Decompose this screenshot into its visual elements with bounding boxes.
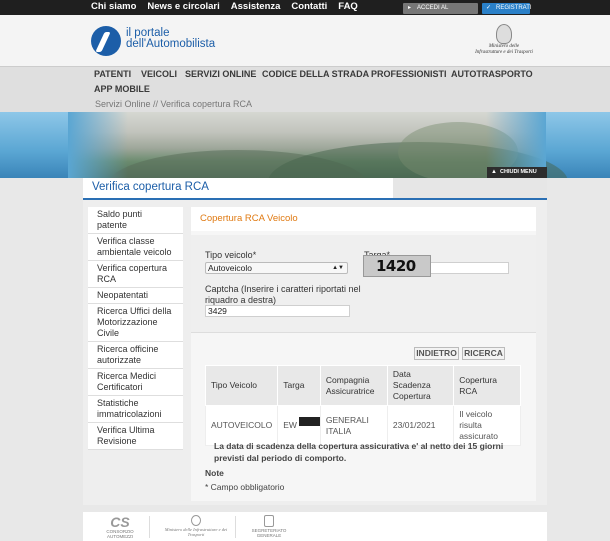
- top-links: Chi siamo News e circolari Assistenza Co…: [91, 1, 369, 13]
- footer-logos: CS CONSORZIO AUTOMEZZI Ministero delle I…: [83, 512, 547, 541]
- results-header-row: Tipo Veicolo Targa Compagnia Assicuratri…: [204, 365, 521, 406]
- col-header-copertura: Copertura RCA: [453, 365, 521, 406]
- sidebar-item-neopatentati[interactable]: Neopatentati: [88, 288, 183, 304]
- sidebar-item-ultima-revisione[interactable]: Verifica Ultima Revisione: [88, 423, 183, 450]
- top-link-assistenza[interactable]: Assistenza: [231, 1, 281, 13]
- main-nav: PATENTI VEICOLI SERVIZI ONLINE CODICE DE…: [0, 66, 610, 83]
- cell-targa-value: EW: [283, 420, 297, 430]
- search-form: Tipo veicolo* Autoveicolo ▲▼ Targa* EW C…: [191, 235, 536, 333]
- close-menu-label: CHIUDI MENU: [500, 169, 537, 175]
- breadcrumb-text: Servizi Online // Verifica copertura RCA: [95, 99, 253, 109]
- sidebar-item-saldo-punti[interactable]: Saldo punti patente: [88, 207, 183, 234]
- banner-fade-left: [68, 112, 128, 178]
- footer-logo-consorzio[interactable]: CS CONSORZIO AUTOMEZZI: [95, 515, 145, 539]
- select-arrows-icon: ▲▼: [332, 265, 344, 271]
- footer-logo-ministero-text: Ministero delle Infrastrutture e dei Tra…: [164, 527, 228, 537]
- panel-title: Copertura RCA Veicolo: [200, 213, 298, 224]
- footer-logo-consorzio-text: CONSORZIO AUTOMEZZI: [106, 529, 134, 539]
- portal-logo-icon[interactable]: [91, 26, 121, 56]
- captcha-image-text: 1420: [376, 257, 416, 275]
- logo-line-2: dell'Automobilista: [126, 38, 216, 50]
- col-header-tipo-veicolo: Tipo Veicolo: [204, 365, 279, 406]
- nav-item-patenti[interactable]: PATENTI: [94, 69, 131, 79]
- sidebar-item-statistiche[interactable]: Statistiche immatricolazioni: [88, 396, 183, 423]
- back-button[interactable]: INDIETRO: [414, 347, 459, 360]
- search-button[interactable]: RICERCA: [462, 347, 505, 360]
- coverage-disclaimer: La data di scadenza della copertura assi…: [214, 441, 504, 463]
- login-icon: ▸: [407, 5, 411, 11]
- republic-emblem-icon: [496, 24, 512, 44]
- vehicle-type-label: Tipo veicolo*: [205, 250, 257, 260]
- results-table: Tipo Veicolo Targa Compagnia Assicuratri…: [204, 365, 521, 446]
- page-title: Verifica copertura RCA: [92, 181, 209, 193]
- nav-item-veicoli[interactable]: VEICOLI: [141, 69, 177, 79]
- page-title-bar: Verifica copertura RCA: [83, 178, 547, 200]
- nav-item-servizi-online[interactable]: SERVIZI ONLINE: [185, 69, 256, 79]
- emblem-icon: [191, 515, 201, 526]
- captcha-label: Captcha (Inserire i caratteri riportati …: [205, 284, 361, 305]
- sidebar-item-medici[interactable]: Ricerca Medici Certificatori: [88, 369, 183, 396]
- ministry-line-2: Infrastrutture e dei Trasporti: [475, 50, 533, 55]
- sidebar-item-officine[interactable]: Ricerca officine autorizzate: [88, 342, 183, 369]
- cell-plate-redaction: [299, 417, 321, 426]
- nav-item-codice-strada[interactable]: CODICE DELLA STRADA: [262, 69, 369, 79]
- breadcrumb: Servizi Online // Verifica copertura RCA: [0, 98, 610, 112]
- panel-header: Copertura RCA Veicolo: [191, 207, 536, 231]
- banner-landscape-image: [68, 112, 568, 178]
- title-bar-gray-block: [393, 178, 547, 198]
- login-button[interactable]: ▸ ACCEDI AL PORTALE: [403, 3, 478, 22]
- nav-item-app-mobile[interactable]: APP MOBILE: [94, 84, 150, 94]
- sidebar-menu: Saldo punti patente Verifica classe ambi…: [88, 207, 183, 450]
- col-header-targa: Targa: [277, 365, 321, 406]
- footer-separator: [149, 516, 150, 538]
- footer-separator: [235, 516, 236, 538]
- required-field-note: * Campo obbligatorio: [205, 482, 285, 492]
- sidebar-item-copertura-rca[interactable]: Verifica copertura RCA: [88, 261, 183, 288]
- col-header-data-scadenza: Data Scadenza Copertura: [386, 365, 455, 406]
- register-label: REGISTRATI: [496, 5, 532, 11]
- main-panel: Copertura RCA Veicolo Tipo veicolo* Auto…: [191, 207, 536, 501]
- register-icon: ✓: [485, 5, 492, 11]
- cs-logo-icon: CS: [110, 514, 130, 530]
- top-link-news[interactable]: News e circolari: [147, 1, 219, 13]
- sidebar-item-uffici-motorizzazione[interactable]: Ricerca Uffici della Motorizzazione Civi…: [88, 304, 183, 342]
- notes-heading: Note: [205, 468, 224, 478]
- ministry-logo: Ministero delle Infrastrutture e dei Tra…: [472, 24, 536, 56]
- sidebar-item-classe-ambientale[interactable]: Verifica classe ambientale veicolo: [88, 234, 183, 261]
- main-nav-row-2: APP MOBILE: [0, 83, 610, 98]
- captcha-input[interactable]: 3429: [205, 305, 350, 317]
- nav-item-autotrasporto[interactable]: AUTOTRASPORTO: [451, 69, 533, 79]
- footer-logo-segreteriato-text: SEGRETERIATO GENERALE: [251, 528, 287, 538]
- top-link-chi-siamo[interactable]: Chi siamo: [91, 1, 136, 13]
- nav-item-professionisti[interactable]: PROFESSIONISTI: [371, 69, 447, 79]
- vehicle-type-value: Autoveicolo: [208, 263, 252, 273]
- register-button[interactable]: ✓ REGISTRATI: [482, 3, 532, 14]
- top-link-contatti[interactable]: Contatti: [291, 1, 327, 13]
- captcha-value: 3429: [208, 306, 227, 316]
- segreteriato-icon: [264, 515, 274, 527]
- captcha-image: 1420: [363, 255, 431, 277]
- top-link-faq[interactable]: FAQ: [338, 1, 358, 13]
- vehicle-type-select[interactable]: Autoveicolo ▲▼: [205, 262, 348, 274]
- col-header-compagnia: Compagnia Assicuratrice: [319, 365, 388, 406]
- footer-logo-segreteriato[interactable]: SEGRETERIATO GENERALE: [239, 515, 299, 539]
- portal-logo-text[interactable]: il portale dell'Automobilista: [126, 27, 216, 50]
- chevron-up-icon: ▲: [491, 169, 497, 175]
- close-menu-button[interactable]: ▲ CHIUDI MENU: [487, 167, 547, 178]
- top-bar: Chi siamo News e circolari Assistenza Co…: [0, 0, 610, 22]
- footer-logo-ministero[interactable]: Ministero delle Infrastrutture e dei Tra…: [161, 515, 231, 539]
